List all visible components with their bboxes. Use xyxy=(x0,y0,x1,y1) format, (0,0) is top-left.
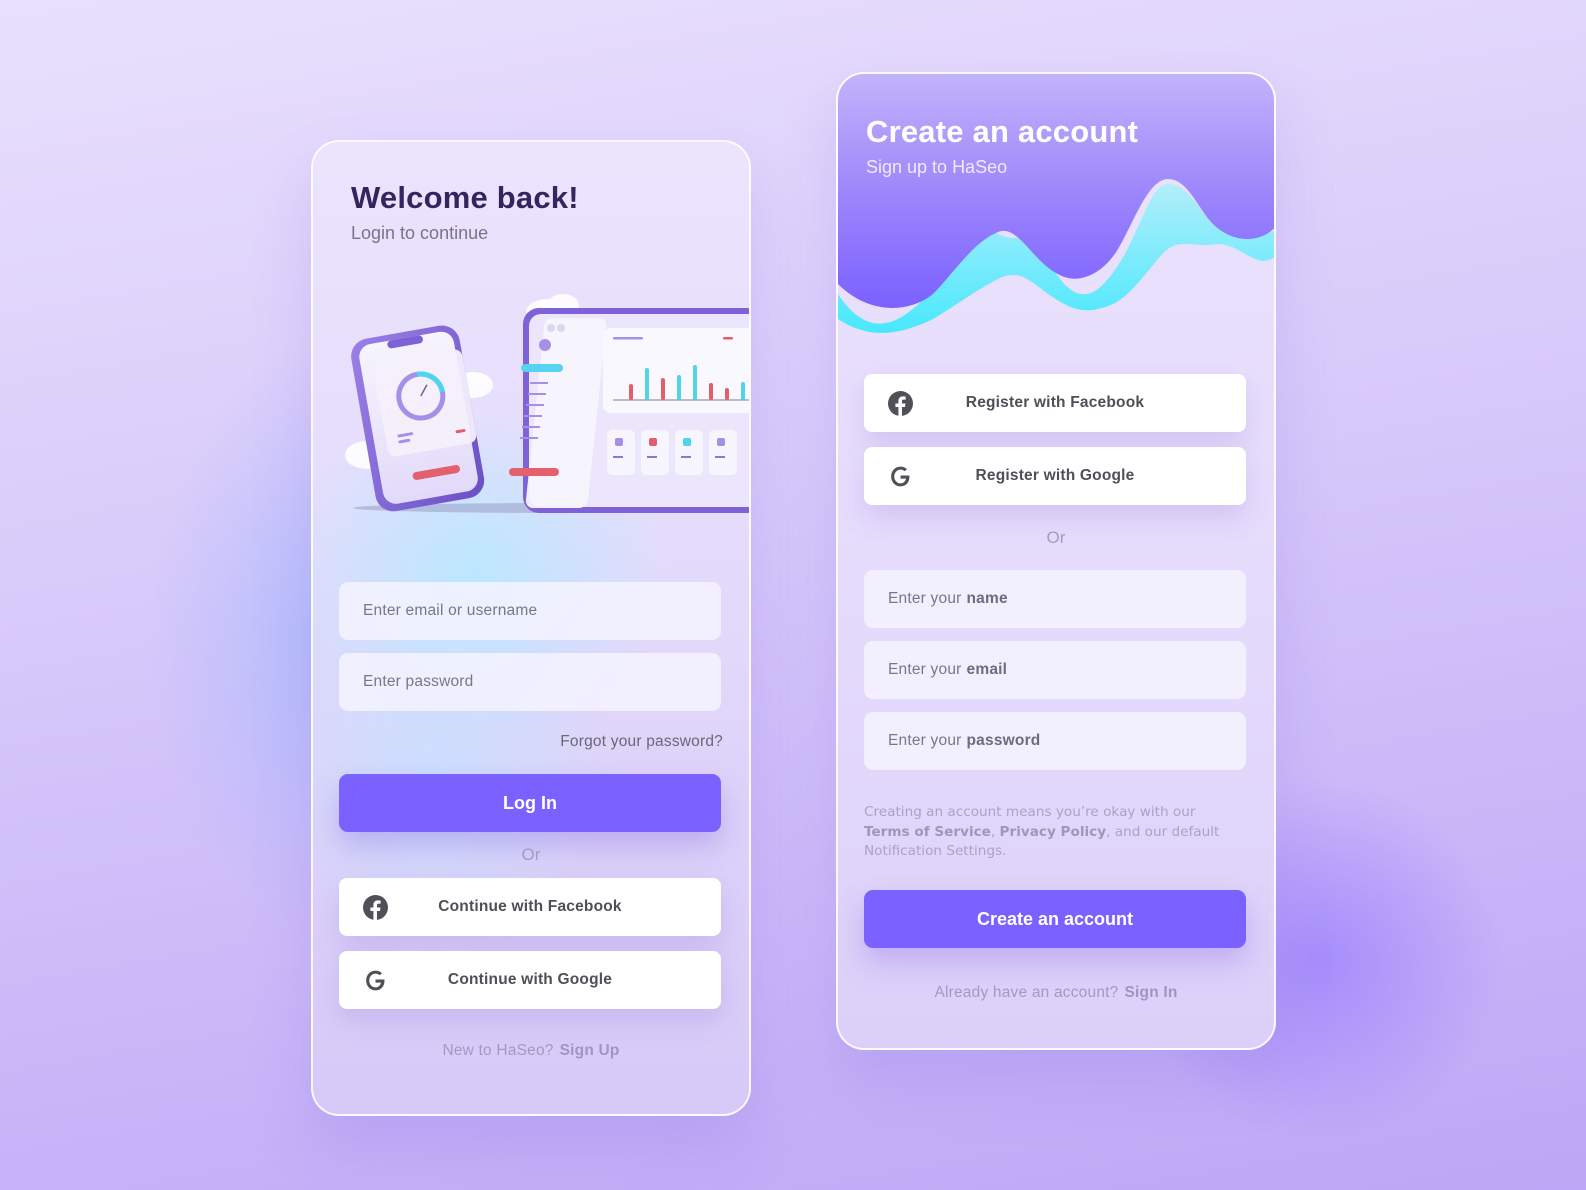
google-icon xyxy=(891,466,910,487)
signup-link[interactable]: Sign Up xyxy=(560,1042,620,1059)
facebook-button-label: Continue with Facebook xyxy=(438,898,622,915)
name-placeholder-prefix: Enter your xyxy=(888,590,962,607)
name-input[interactable]: Enter your name xyxy=(864,570,1246,628)
signup-title: Create an account xyxy=(866,114,1139,149)
register-with-facebook-button[interactable]: Register with Facebook xyxy=(864,374,1246,432)
signin-prompt: Already have an account? Sign In xyxy=(838,984,1274,1002)
email-placeholder: Enter email or username xyxy=(363,602,538,619)
phone-and-dashboard-illustration xyxy=(345,294,749,513)
facebook-icon xyxy=(363,895,388,920)
dashboard-illustration xyxy=(509,308,749,513)
facebook-button-label: Register with Facebook xyxy=(965,394,1145,411)
password-placeholder-prefix: Enter your xyxy=(888,732,962,749)
facebook-icon xyxy=(888,391,913,416)
signup-prompt-text: New to HaSeo? xyxy=(442,1042,554,1059)
forgot-password-link[interactable]: Forgot your password? xyxy=(560,733,723,751)
or-divider: Or xyxy=(521,845,541,864)
password-placeholder: Enter password xyxy=(363,673,474,690)
signup-subtitle: Sign up to HaSeo xyxy=(866,157,1008,177)
wave-header-decoration xyxy=(838,74,1274,333)
name-placeholder-emphasis: name xyxy=(966,590,1008,607)
signup-card: Create an account Sign up to HaSeo Regis… xyxy=(836,72,1276,1050)
terms-separator: , xyxy=(990,823,996,840)
signup-prompt: New to HaSeo? Sign Up xyxy=(313,1042,749,1060)
or-divider: Or xyxy=(1046,528,1066,547)
register-with-google-button[interactable]: Register with Google xyxy=(864,447,1246,505)
password-input[interactable]: Enter your password xyxy=(864,712,1246,770)
email-placeholder-prefix: Enter your xyxy=(888,661,962,678)
login-title: Welcome back! xyxy=(351,180,579,215)
email-or-username-input[interactable]: Enter email or username xyxy=(339,582,721,640)
phone-illustration xyxy=(351,325,485,512)
email-placeholder-emphasis: email xyxy=(966,661,1008,678)
login-card: Welcome back! Login to continue Enter em… xyxy=(311,140,751,1116)
google-icon xyxy=(366,970,385,991)
login-subtitle: Login to continue xyxy=(351,223,489,243)
signin-link[interactable]: Sign In xyxy=(1124,984,1177,1001)
email-input[interactable]: Enter your email xyxy=(864,641,1246,699)
continue-with-google-button[interactable]: Continue with Google xyxy=(339,951,721,1009)
terms-text-1: Creating an account means you’re okay wi… xyxy=(864,804,1196,820)
create-account-button[interactable]: Create an account xyxy=(864,890,1246,948)
privacy-policy-link[interactable]: Privacy Policy xyxy=(1000,824,1107,840)
password-input[interactable]: Enter password xyxy=(339,653,721,711)
continue-with-facebook-button[interactable]: Continue with Facebook xyxy=(339,878,721,936)
google-button-label: Register with Google xyxy=(975,467,1135,484)
login-button[interactable]: Log In xyxy=(339,774,721,832)
google-button-label: Continue with Google xyxy=(447,971,613,988)
signin-prompt-text: Already have an account? xyxy=(934,984,1119,1001)
terms-notice: Creating an account means you’re okay wi… xyxy=(864,803,1254,862)
terms-of-service-link[interactable]: Terms of Service xyxy=(864,824,991,840)
password-placeholder-emphasis: password xyxy=(966,732,1041,749)
